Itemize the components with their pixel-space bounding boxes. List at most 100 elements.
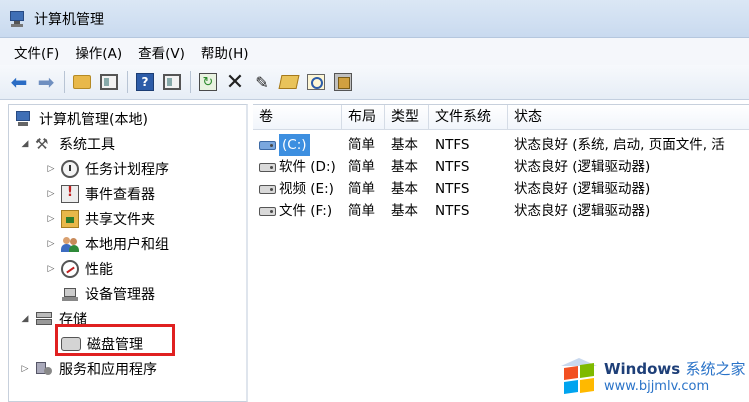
collapse-triangle-icon[interactable]: ◢ (19, 314, 31, 324)
console-tree: 计算机管理(本地) ◢ ⚒ 系统工具 ▷ 任务计划程序 ▷ 事件查看器 ▷ 共享… (8, 104, 248, 402)
title-bar: 计算机管理 (0, 0, 749, 38)
help-icon: ? (136, 73, 154, 91)
performance-gauge-icon (61, 260, 79, 278)
cell-status: 状态良好 (逻辑驱动器) (514, 159, 651, 175)
device-manager-icon (61, 285, 79, 303)
expand-triangle-icon[interactable]: ▷ (45, 189, 57, 199)
collapse-triangle-icon[interactable]: ◢ (19, 139, 31, 149)
watermark-brand: Windows (604, 360, 681, 378)
refresh-icon: ↻ (199, 73, 217, 91)
shared-folder-icon (61, 210, 79, 228)
toolbar: ⬅ ➡ ? ↻ ✕ ✎ (0, 65, 749, 100)
menu-file[interactable]: 文件(F) (14, 42, 59, 62)
computer-icon (15, 110, 33, 128)
wizard-icon (334, 73, 352, 91)
help-button[interactable]: ? (134, 71, 156, 93)
computer-management-icon (8, 10, 28, 28)
clock-icon (61, 160, 79, 178)
system-volume-icon (259, 140, 276, 150)
tree-item-label: 系统工具 (59, 137, 115, 153)
tree-item-label: 本地用户和组 (85, 237, 169, 253)
up-folder-icon (73, 75, 91, 89)
tree-item-label: 设备管理器 (85, 287, 155, 303)
expand-triangle-icon[interactable]: ▷ (45, 239, 57, 249)
properties-icon: ✎ (255, 72, 269, 92)
cell-volume: 视频 (E:) (253, 178, 342, 200)
action-pane-button[interactable] (161, 71, 183, 93)
expand-triangle-icon[interactable]: ▷ (45, 164, 57, 174)
volume-label: (C:) (279, 134, 310, 156)
volume-icon (259, 162, 276, 172)
cell-filesystem: NTFS (435, 181, 470, 197)
search-button[interactable] (305, 71, 327, 93)
refresh-button[interactable]: ↻ (197, 71, 219, 93)
tree-item-event-viewer[interactable]: ▷ 事件查看器 (45, 183, 155, 205)
watermark-url: www.bjjmlv.com (604, 379, 710, 394)
show-hide-tree-icon (100, 74, 118, 90)
tree-item-system-tools[interactable]: ◢ ⚒ 系统工具 (19, 133, 115, 155)
cell-status: 状态良好 (系统, 启动, 页面文件, 活 (514, 137, 725, 153)
expand-triangle-icon[interactable]: ▷ (45, 214, 57, 224)
cell-filesystem: NTFS (435, 203, 470, 219)
table-row[interactable]: 软件 (D:) 简单 基本 NTFS 状态良好 (逻辑驱动器) (253, 156, 749, 178)
expand-triangle-icon[interactable]: ▷ (19, 364, 31, 374)
tree-item-services-apps[interactable]: ▷ 服务和应用程序 (19, 358, 157, 380)
watermark-text: Windows 系统之家 www.bjjmlv.com (604, 358, 745, 394)
cell-volume: 文件 (F:) (253, 200, 342, 222)
column-header-filesystem[interactable]: 文件系统 (429, 105, 508, 130)
cell-filesystem: NTFS (435, 159, 470, 175)
menu-action[interactable]: 操作(A) (75, 42, 122, 62)
up-one-level-button[interactable] (71, 71, 93, 93)
storage-icon (35, 310, 53, 328)
open-button[interactable] (278, 71, 300, 93)
show-hide-tree-button[interactable] (98, 71, 120, 93)
column-header-volume[interactable]: 卷 (253, 105, 342, 130)
table-row[interactable]: 视频 (E:) 简单 基本 NTFS 状态良好 (逻辑驱动器) (253, 178, 749, 200)
tree-item-local-users[interactable]: ▷ 本地用户和组 (45, 233, 169, 255)
cell-status: 状态良好 (逻辑驱动器) (514, 203, 651, 219)
open-icon (278, 75, 300, 89)
window-title: 计算机管理 (34, 11, 104, 28)
volume-label: 视频 (E:) (279, 181, 334, 197)
forward-button[interactable]: ➡ (35, 70, 57, 94)
back-button[interactable]: ⬅ (8, 70, 30, 94)
expand-triangle-icon[interactable]: ▷ (45, 264, 57, 274)
menu-bar: 文件(F) 操作(A) 查看(V) 帮助(H) (0, 38, 749, 65)
highlight-box (55, 324, 175, 356)
cell-volume: (C:) (253, 134, 342, 156)
watermark: Windows 系统之家 www.bjjmlv.com (560, 350, 749, 402)
cell-layout: 简单 (348, 159, 375, 175)
tree-item-label: 服务和应用程序 (59, 362, 157, 378)
tree-item-root[interactable]: 计算机管理(本地) (15, 108, 148, 130)
table-row[interactable]: 文件 (F:) 简单 基本 NTFS 状态良好 (逻辑驱动器) (253, 200, 749, 222)
users-icon (61, 235, 79, 253)
menu-help[interactable]: 帮助(H) (201, 42, 249, 62)
properties-button[interactable]: ✎ (251, 71, 273, 93)
menu-view[interactable]: 查看(V) (138, 42, 185, 62)
volume-label: 软件 (D:) (279, 159, 336, 175)
search-icon (307, 74, 325, 90)
tree-item-device-manager[interactable]: 设备管理器 (61, 283, 155, 305)
services-icon (35, 360, 53, 378)
cell-layout: 简单 (348, 203, 375, 219)
forward-arrow-icon: ➡ (37, 70, 55, 94)
column-header-layout[interactable]: 布局 (342, 105, 385, 130)
cell-volume: 软件 (D:) (253, 156, 342, 178)
volume-icon (259, 184, 276, 194)
toolbar-separator (190, 71, 191, 93)
tools-icon: ⚒ (35, 135, 49, 153)
column-header-type[interactable]: 类型 (385, 105, 429, 130)
delete-button[interactable]: ✕ (224, 70, 246, 95)
wizard-button[interactable] (332, 71, 354, 93)
cell-type: 基本 (391, 159, 418, 175)
toolbar-separator (64, 71, 65, 93)
column-header-status[interactable]: 状态 (508, 105, 749, 130)
tree-item-performance[interactable]: ▷ 性能 (45, 258, 113, 280)
tree-item-task-scheduler[interactable]: ▷ 任务计划程序 (45, 158, 169, 180)
tree-item-label: 计算机管理(本地) (39, 112, 148, 128)
tree-item-label: 事件查看器 (85, 187, 155, 203)
tree-item-label: 任务计划程序 (85, 162, 169, 178)
table-row[interactable]: (C:) 简单 基本 NTFS 状态良好 (系统, 启动, 页面文件, 活 (253, 134, 749, 156)
watermark-site: 系统之家 (685, 360, 746, 378)
tree-item-shared-folders[interactable]: ▷ 共享文件夹 (45, 208, 155, 230)
